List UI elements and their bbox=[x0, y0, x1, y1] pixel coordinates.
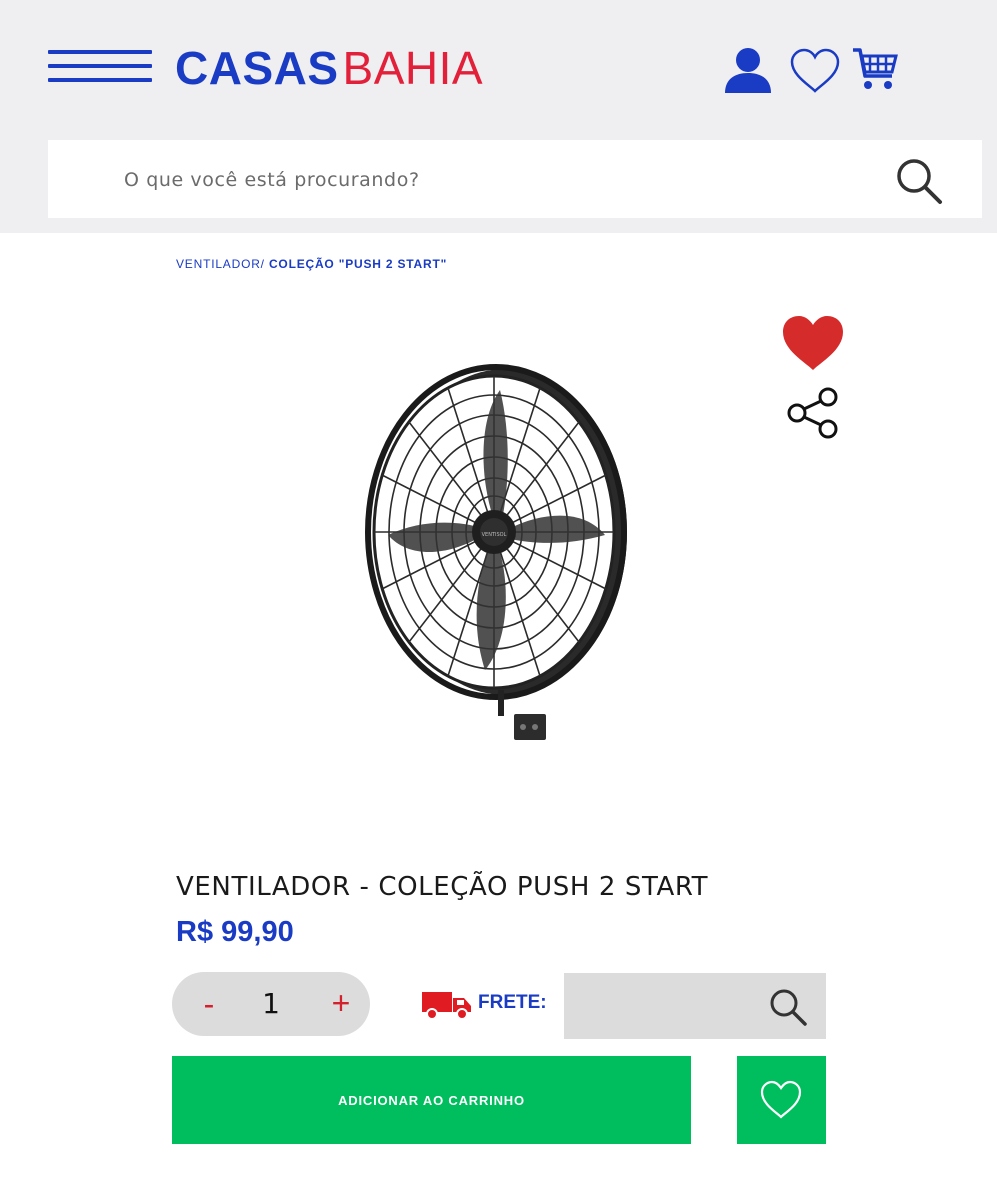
shipping-field bbox=[564, 973, 826, 1039]
fan-illustration: VENTISOL bbox=[365, 364, 627, 740]
site-header: CASAS BAHIA bbox=[0, 0, 997, 233]
quantity-value[interactable]: 1 bbox=[234, 972, 308, 1036]
breadcrumb-current: COLEÇÃO "PUSH 2 START" bbox=[268, 257, 448, 271]
logo-casas: CASAS bbox=[175, 42, 339, 94]
quantity-decrease-button[interactable]: - bbox=[184, 972, 234, 1036]
logo-bahia: BAHIA bbox=[342, 42, 484, 94]
favorite-heart-icon[interactable] bbox=[781, 314, 845, 372]
heart-icon bbox=[760, 1080, 802, 1119]
share-icon[interactable] bbox=[786, 386, 842, 440]
add-to-cart-button[interactable]: ADICIONAR AO CARRINHO bbox=[172, 1056, 691, 1144]
shipping-cep-input[interactable] bbox=[576, 987, 766, 1025]
quantity-stepper: - 1 + bbox=[172, 972, 370, 1036]
search-input[interactable] bbox=[124, 160, 844, 200]
heart-icon[interactable] bbox=[789, 48, 841, 94]
search-icon[interactable] bbox=[894, 156, 944, 206]
breadcrumb: VENTILADOR/ COLEÇÃO "PUSH 2 START" bbox=[176, 257, 447, 271]
quantity-increase-button[interactable]: + bbox=[316, 972, 366, 1036]
product-title: VENTILADOR - COLEÇÃO PUSH 2 START bbox=[176, 872, 709, 902]
search-bar bbox=[48, 140, 982, 218]
product-image: VENTISOL bbox=[365, 364, 627, 740]
add-to-wishlist-button[interactable] bbox=[737, 1056, 826, 1144]
product-price: R$ 99,90 bbox=[176, 916, 294, 948]
brand-mark: VENTISOL bbox=[482, 532, 507, 538]
truck-icon bbox=[422, 992, 471, 1020]
logo[interactable]: CASAS BAHIA bbox=[175, 40, 483, 96]
breadcrumb-category[interactable]: VENTILADOR/ bbox=[176, 257, 265, 271]
user-icon[interactable] bbox=[723, 46, 773, 94]
search-icon[interactable] bbox=[768, 987, 808, 1027]
shipping-label: FRETE: bbox=[478, 992, 547, 1013]
cart-icon[interactable] bbox=[852, 46, 898, 92]
menu-icon[interactable] bbox=[48, 50, 152, 84]
